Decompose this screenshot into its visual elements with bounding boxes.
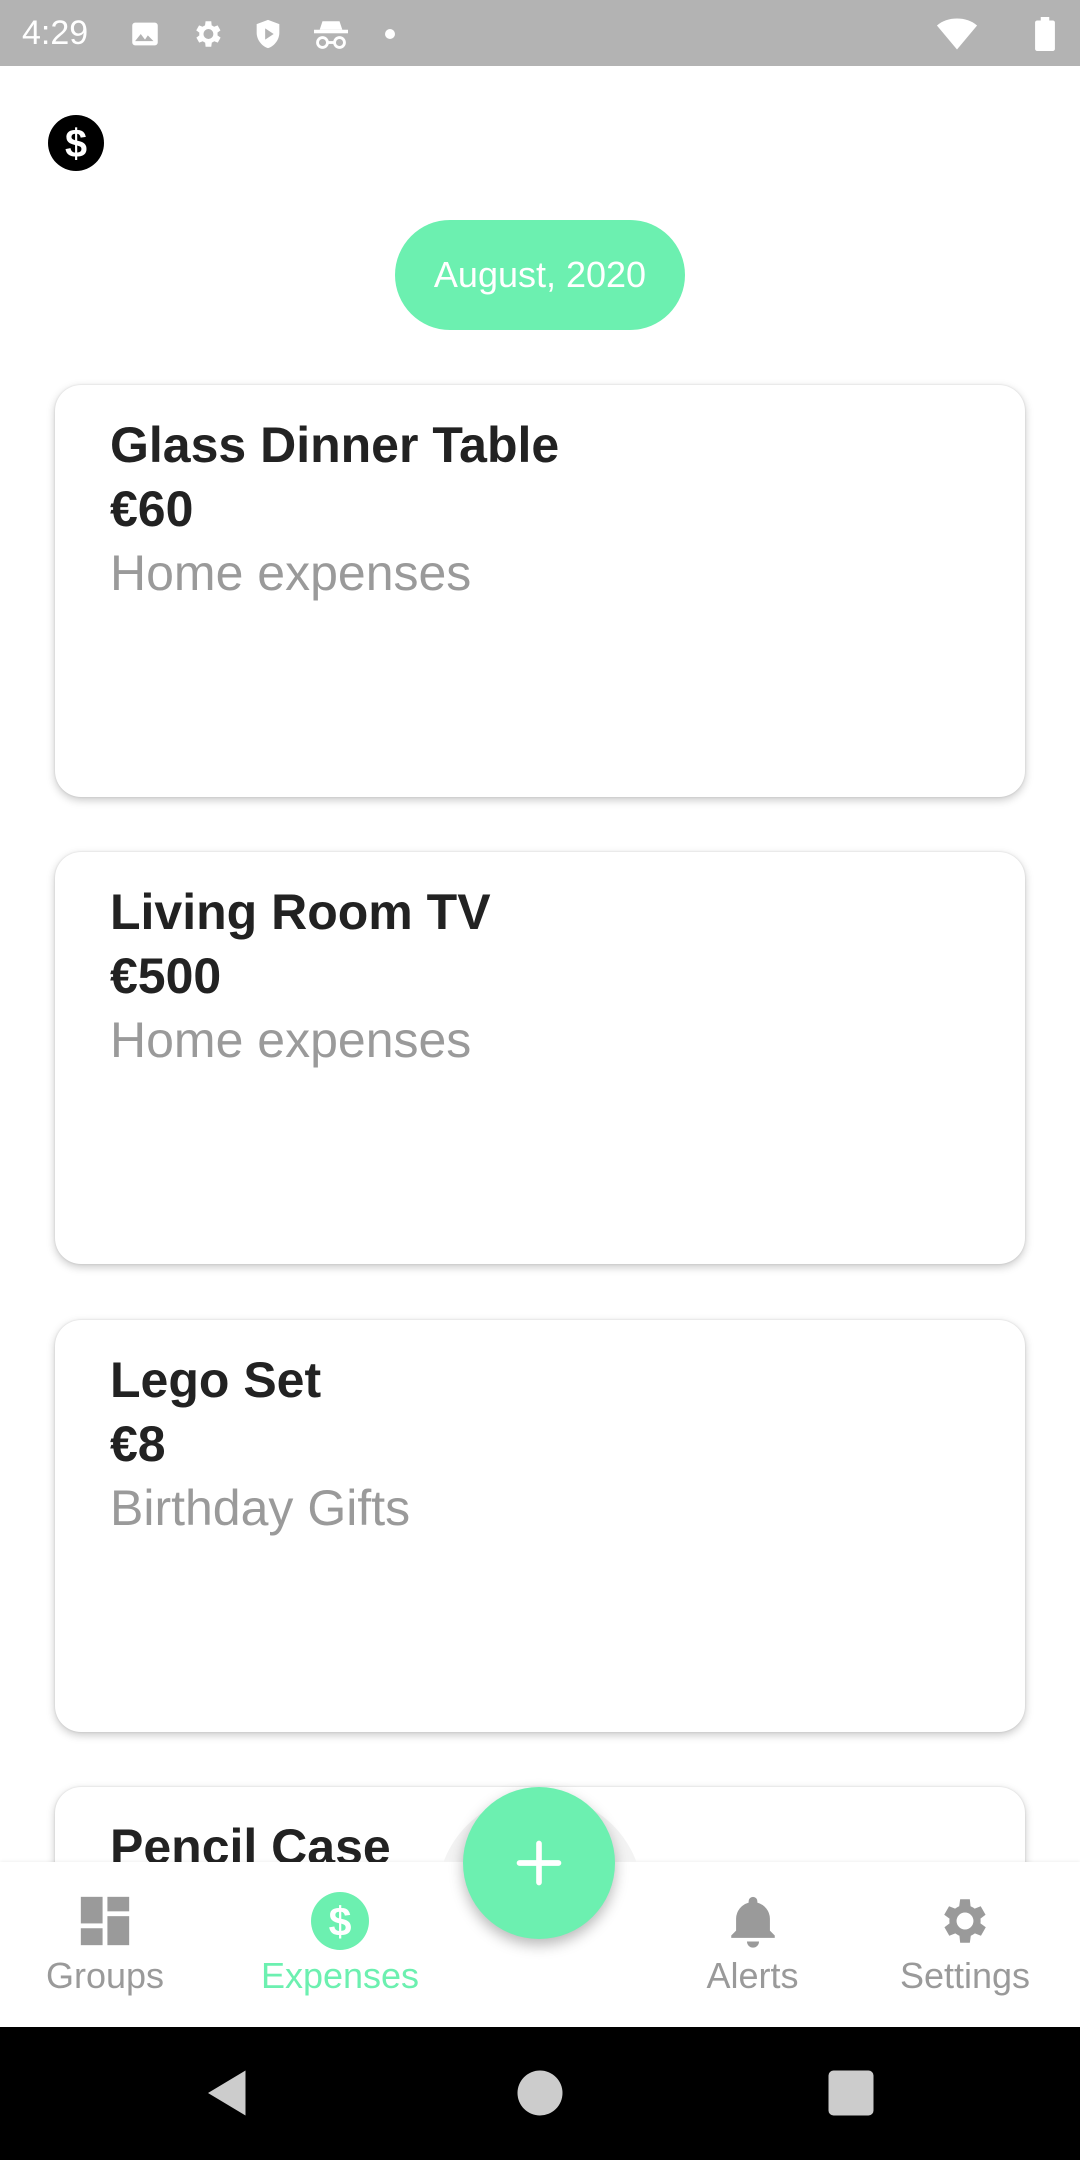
dollar-circle-icon: $ — [48, 115, 104, 171]
svg-text:$: $ — [65, 122, 87, 166]
app-root: Glass Dinner Table €60 Home expenses Liv… — [0, 0, 1080, 2160]
incognito-icon — [311, 17, 351, 51]
expense-title: Lego Set — [110, 1352, 322, 1408]
expense-amount: €500 — [110, 948, 222, 1004]
nav-label-expenses: Expenses — [260, 1954, 420, 1996]
dashboard-icon — [76, 1892, 134, 1950]
gear-icon — [190, 17, 224, 51]
bell-icon — [724, 1892, 782, 1950]
nav-label-groups: Groups — [45, 1954, 165, 1996]
month-selector[interactable]: August, 2020 — [395, 220, 685, 330]
recents-icon[interactable] — [821, 2063, 881, 2123]
expense-card[interactable]: Glass Dinner Table €60 Home expenses — [55, 385, 1025, 797]
svg-text:$: $ — [329, 1898, 352, 1944]
nav-item-settings[interactable]: Settings — [880, 1862, 1050, 2027]
image-icon — [128, 17, 162, 51]
dot-icon — [382, 17, 398, 51]
battery-icon — [1034, 17, 1056, 51]
shield-icon — [251, 17, 285, 51]
nav-item-expenses[interactable]: $ Expenses — [245, 1862, 435, 2027]
add-expense-button[interactable] — [463, 1787, 615, 1939]
expense-card[interactable]: Living Room TV €500 Home expenses — [55, 852, 1025, 1264]
nav-item-groups[interactable]: Groups — [20, 1862, 190, 2027]
back-icon[interactable] — [198, 2063, 258, 2123]
expense-amount: €60 — [110, 481, 194, 537]
plus-icon — [516, 1840, 562, 1886]
expense-amount: €8 — [110, 1416, 166, 1472]
home-icon[interactable] — [510, 2063, 570, 2123]
nav-item-alerts[interactable]: Alerts — [680, 1862, 825, 2027]
expense-card[interactable]: Lego Set €8 Birthday Gifts — [55, 1320, 1025, 1732]
gear-icon — [936, 1892, 994, 1950]
status-time: 4:29 — [22, 14, 89, 52]
expense-title: Glass Dinner Table — [110, 417, 560, 473]
nav-label-alerts: Alerts — [706, 1954, 799, 1996]
expense-category: Home expenses — [110, 545, 472, 601]
expense-title: Living Room TV — [110, 884, 491, 940]
expense-category: Birthday Gifts — [110, 1480, 411, 1536]
nav-label-settings: Settings — [899, 1954, 1031, 1996]
status-bar: 4:29 — [0, 0, 1080, 66]
wifi-icon — [935, 17, 979, 51]
expense-category: Home expenses — [110, 1012, 472, 1068]
system-nav-bar — [0, 2027, 1080, 2160]
dollar-circle-icon: $ — [311, 1891, 369, 1950]
